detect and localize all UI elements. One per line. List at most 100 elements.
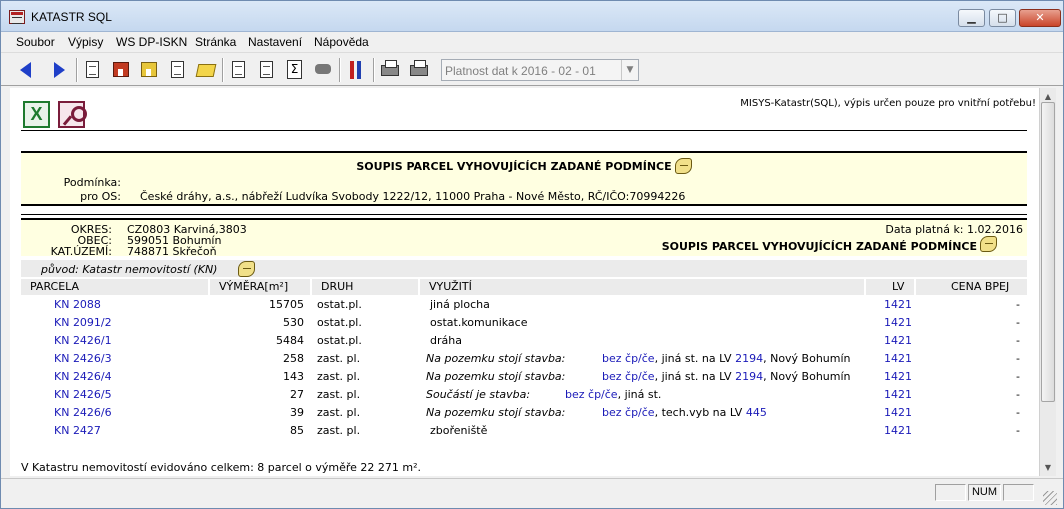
column-header-cena-bpej: CENA BPEJ [916,279,1027,295]
condition-box: SOUPIS PARCEL VYHOVUJÍCÍCH ZADANÉ PODMÍN… [21,151,1027,206]
resize-grip-icon[interactable] [1043,491,1057,505]
num-lock-indicator: NUM [968,484,1001,501]
print-red-icon[interactable] [379,59,401,81]
menu-nastaveni[interactable]: Nastavení [248,35,302,49]
building-link[interactable]: bez čp/če [602,370,655,383]
price-value: - [1016,334,1020,347]
sum-icon[interactable]: Σ [284,59,306,81]
application-window: KATASTR SQL ▁ □ ✕ Soubor Výpisy WS DP-IS… [0,0,1064,509]
table-row: KN 2426/5 27 zast. pl. Součástí je stavb… [21,386,1027,404]
scrollbar-thumb[interactable] [1041,102,1055,402]
price-value: - [1016,424,1020,437]
tools-icon[interactable] [345,59,367,81]
building-link[interactable]: bez čp/če [602,406,655,419]
lv-link[interactable]: 1421 [884,368,912,386]
report-list-icon[interactable] [256,59,278,81]
land-use-prefix: Na pozemku stojí stavba: [426,406,566,419]
printer-icon[interactable] [408,59,430,81]
chevron-down-icon[interactable]: ▼ [621,60,638,80]
lv-ref-link[interactable]: 445 [746,406,767,419]
land-type: zast. pl. [317,370,361,383]
excel-export-icon[interactable]: X [23,101,50,128]
building-link[interactable]: bez čp/če [602,352,655,365]
area-value: 27 [290,388,304,401]
menu-soubor[interactable]: Soubor [16,35,55,49]
status-pane [935,484,966,501]
menu-stranka[interactable]: Stránka [195,35,236,49]
report-icon[interactable] [228,59,250,81]
lv-link[interactable]: 1421 [884,404,912,422]
parcel-link[interactable]: KN 2426/4 [54,368,112,386]
column-header-vymera: VÝMĚRA[m²] [210,279,310,295]
area-value: 258 [283,352,304,365]
lv-ref-link[interactable]: 2194 [735,352,763,365]
house-yellow-icon[interactable] [138,59,160,81]
parcel-link[interactable]: KN 2427 [54,422,101,440]
column-header-parcela: PARCELA [21,279,208,295]
parcel-link[interactable]: KN 2426/5 [54,386,112,404]
lv-link[interactable]: 1421 [884,332,912,350]
table-row: KN 2426/1 5484 ostat.pl. dráha 1421 - [21,332,1027,350]
parcel-link[interactable]: KN 2426/3 [54,350,112,368]
price-value: - [1016,352,1020,365]
lv-link[interactable]: 1421 [884,314,912,332]
table-row: KN 2091/2 530 ostat.pl. ostat.komunikace… [21,314,1027,332]
lv-ref-link[interactable]: 2194 [735,370,763,383]
document-copy-icon[interactable] [167,59,189,81]
menu-napoveda[interactable]: Nápověda [314,35,369,49]
date-select[interactable]: Platnost dat k 2016 - 02 - 01 ▼ [441,59,639,81]
lv-link[interactable]: 1421 [884,350,912,368]
land-use-prefix: Na pozemku stojí stavba: [426,370,566,383]
report-view: X MISYS-Katastr(SQL), výpis určen pouze … [10,88,1039,476]
maximize-button[interactable]: □ [989,9,1016,27]
parcel-link[interactable]: KN 2088 [54,296,101,314]
close-button[interactable]: ✕ [1019,9,1061,27]
land-type: zast. pl. [317,424,361,437]
lv-link[interactable]: 1421 [884,386,912,404]
land-use-detail: bez čp/če, jiná st. [565,388,662,401]
divider [21,214,1027,215]
scroll-icon[interactable] [674,158,692,174]
price-value: - [1016,406,1020,419]
area-value: 5484 [276,334,304,347]
data-valid-date: Data platná k: 1.02.2016 [885,223,1023,236]
lv-link[interactable]: 1421 [884,296,912,314]
list-title: SOUPIS PARCEL VYHOVUJÍCÍCH ZADANÉ PODMÍN… [661,240,977,253]
scroll-icon[interactable] [980,236,997,252]
table-header: PARCELA VÝMĚRA[m²] DRUH VYUŽITÍ LV CENA … [21,279,1027,295]
vertical-scrollbar[interactable]: ▲ ▼ [1039,88,1056,476]
folder-icon[interactable] [195,59,217,81]
land-use-detail: bez čp/če, jiná st. na LV 2194, Nový Boh… [602,370,851,383]
land-type: ostat.pl. [317,298,362,311]
menu-vypisy[interactable]: Výpisy [68,35,103,49]
scroll-down-icon[interactable]: ▼ [1040,459,1056,476]
minimize-button[interactable]: ▁ [958,9,985,27]
document-icon[interactable] [82,59,104,81]
condition-label: Podmínka: [63,176,121,189]
menu-ws-dp-iskn[interactable]: WS DP-ISKN [116,35,187,49]
forward-arrow-icon[interactable] [48,59,70,81]
area-value: 15705 [269,298,304,311]
land-use-prefix: Součástí je stavba: [426,388,531,401]
disclaimer: MISYS-Katastr(SQL), výpis určen pouze pr… [740,98,1036,109]
parcel-link[interactable]: KN 2426/6 [54,404,112,422]
house-red-icon[interactable] [110,59,132,81]
parcel-link[interactable]: KN 2091/2 [54,314,112,332]
area-value: 530 [283,316,304,329]
price-value: - [1016,388,1020,401]
parcel-link[interactable]: KN 2426/1 [54,332,112,350]
land-use: ostat.komunikace [430,316,528,329]
binoculars-icon[interactable] [312,59,334,81]
ku-label: KAT.ÚZEMÍ: [50,245,112,258]
land-use-detail: bez čp/če, tech.vyb na LV 445 [602,406,767,419]
table-row: KN 2426/4 143 zast. pl. Na pozemku stojí… [21,368,1027,386]
building-link[interactable]: bez čp/če [565,388,618,401]
area-value: 143 [283,370,304,383]
land-type: zast. pl. [317,388,361,401]
for-label: pro OS: [80,190,121,203]
lv-link[interactable]: 1421 [884,422,912,440]
scroll-icon[interactable] [238,261,255,277]
price-value: - [1016,316,1020,329]
key-icon[interactable] [58,101,87,128]
back-arrow-icon[interactable] [16,59,38,81]
